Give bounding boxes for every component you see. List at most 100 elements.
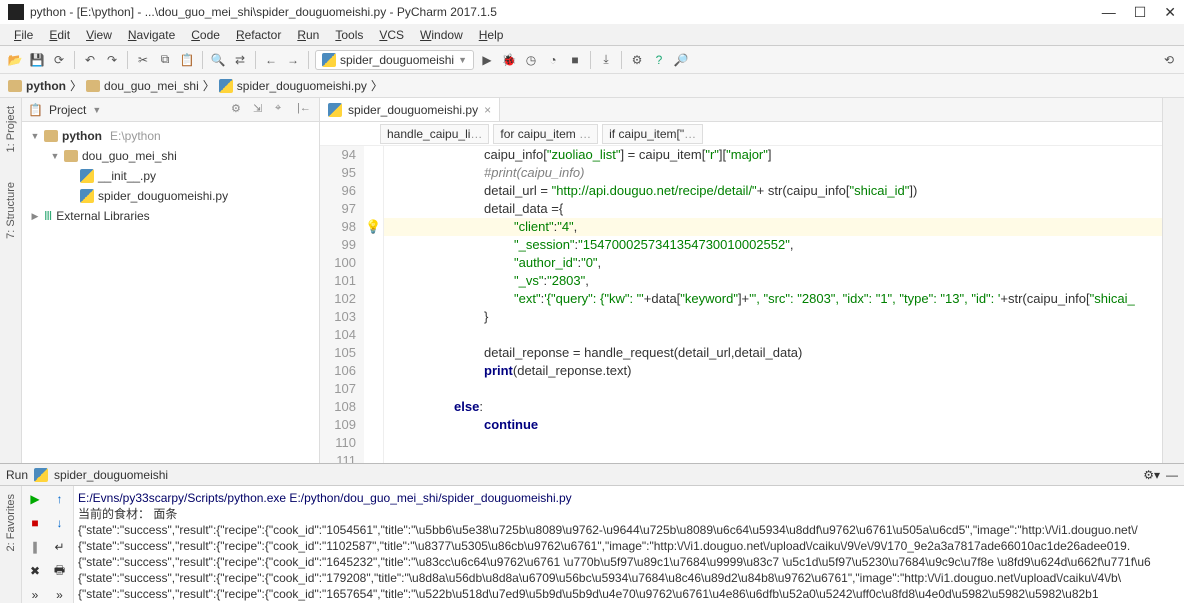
console-line: {"state":"success","result":{"recipe":{"… — [78, 586, 1180, 602]
menu-file[interactable]: File — [8, 26, 39, 44]
tree-root[interactable]: ▼ python E:\python — [22, 126, 319, 146]
menu-view[interactable]: View — [80, 26, 118, 44]
menu-edit[interactable]: Edit — [43, 26, 76, 44]
profile-icon[interactable]: ◔ — [544, 51, 562, 69]
step-down-icon[interactable]: ↓ — [51, 514, 69, 532]
gear-icon[interactable]: ⚙▾ — [1143, 468, 1160, 482]
tree-file-spider[interactable]: spider_douguomeishi.py — [22, 186, 319, 206]
print-icon[interactable]: 🖶 — [51, 562, 69, 580]
run-config-selector[interactable]: spider_douguomeishi ▼ — [315, 50, 474, 70]
chevron-down-icon: ▼ — [458, 55, 467, 65]
tool-structure[interactable]: 7: Structure — [5, 182, 17, 239]
collapse-icon[interactable]: ⇲ — [253, 102, 269, 118]
debug-icon[interactable]: 🐞 — [500, 51, 518, 69]
forward-icon[interactable]: → — [284, 51, 302, 69]
menu-run[interactable]: Run — [291, 26, 325, 44]
help-icon[interactable]: ? — [650, 51, 668, 69]
vcs-icon[interactable]: ⤓ — [597, 51, 615, 69]
left-tool-strip: 1: Project 7: Structure — [0, 98, 22, 463]
cut-icon[interactable]: ✂ — [134, 51, 152, 69]
run-icon[interactable]: ▶ — [478, 51, 496, 69]
tool-project[interactable]: 1: Project — [5, 106, 17, 152]
tab-label: spider_douguomeishi.py — [348, 103, 478, 117]
back-icon[interactable]: ← — [262, 51, 280, 69]
menu-window[interactable]: Window — [414, 26, 469, 44]
chevron-down-icon[interactable]: ▼ — [92, 105, 101, 115]
refresh-icon[interactable]: ⟳ — [50, 51, 68, 69]
bc-if[interactable]: if caipu_item["… — [602, 124, 703, 144]
run-controls: ▶ ↑ ■ ↓ ∥ ↵ ✖ 🖶 » » — [22, 486, 74, 603]
console-cmd: E:/Evns/py33scarpy/Scripts/python.exe E:… — [78, 490, 1180, 506]
menu-refactor[interactable]: Refactor — [230, 26, 287, 44]
tree-file-init[interactable]: __init__.py — [22, 166, 319, 186]
save-icon[interactable]: 💾 — [28, 51, 46, 69]
redo-icon[interactable]: ↷ — [103, 51, 121, 69]
run-config: spider_douguomeishi — [54, 468, 168, 482]
app-icon — [8, 4, 24, 20]
console-output[interactable]: E:/Evns/py33scarpy/Scripts/python.exe E:… — [74, 486, 1184, 603]
wrap-icon[interactable]: ↵ — [51, 538, 69, 556]
search-everywhere-icon[interactable]: 🔎 — [672, 51, 690, 69]
run-config-name: spider_douguomeishi — [340, 53, 454, 67]
console-line: {"state":"success","result":{"recipe":{"… — [78, 538, 1180, 554]
copy-icon[interactable]: ⧉ — [156, 51, 174, 69]
menu-help[interactable]: Help — [473, 26, 510, 44]
python-icon — [322, 53, 336, 67]
main-area: 1: Project 7: Structure 📋 Project ▼ ⚙ ⇲ … — [0, 98, 1184, 463]
python-icon — [219, 79, 233, 93]
editor: spider_douguomeishi.py × handle_caipu_li… — [320, 98, 1162, 463]
close-icon[interactable]: ✕ — [1164, 4, 1176, 21]
code-text[interactable]: caipu_info["zuoliao_list"] = caipu_item[… — [384, 146, 1162, 463]
pause-icon[interactable]: ∥ — [26, 538, 44, 556]
bc-for[interactable]: for caipu_item … — [493, 124, 598, 144]
open-icon[interactable]: 📂 — [6, 51, 24, 69]
crumb-file[interactable]: spider_douguomeishi.py — [219, 79, 367, 93]
step-up-icon[interactable]: ↑ — [51, 490, 69, 508]
menu-navigate[interactable]: Navigate — [122, 26, 181, 44]
paste-icon[interactable]: 📋 — [178, 51, 196, 69]
navigation-bar: python 〉 dou_guo_mei_shi 〉 spider_douguo… — [0, 74, 1184, 98]
ide-search-icon[interactable]: ⟲ — [1160, 51, 1178, 69]
find-icon[interactable]: 🔍 — [209, 51, 227, 69]
project-header: 📋 Project ▼ ⚙ ⇲ ⌖ |← — [22, 98, 319, 122]
more-icon[interactable]: » — [26, 586, 44, 603]
tree-external[interactable]: ▶Ⅲ External Libraries — [22, 206, 319, 226]
folder-icon — [86, 80, 100, 92]
replace-icon[interactable]: ⇄ — [231, 51, 249, 69]
project-tree[interactable]: ▼ python E:\python ▼ dou_guo_mei_shi __i… — [22, 122, 319, 463]
minimize-icon[interactable]: — — [1102, 4, 1116, 21]
undo-icon[interactable]: ↶ — [81, 51, 99, 69]
menu-vcs[interactable]: VCS — [373, 26, 410, 44]
bulb-icon[interactable]: 💡 — [364, 218, 383, 236]
more2-icon[interactable]: » — [51, 586, 69, 603]
stop-run-icon[interactable]: ■ — [26, 514, 44, 532]
project-title: Project — [49, 103, 86, 117]
tool-favorites[interactable]: 2: Favorites — [5, 494, 17, 551]
gear-icon[interactable]: ⚙ — [231, 102, 247, 118]
line-gutter: 9495969798991001011021031041051061071081… — [320, 146, 364, 463]
code-area[interactable]: 9495969798991001011021031041051061071081… — [320, 146, 1162, 463]
hide-icon[interactable]: |← — [297, 102, 313, 118]
crumb-root[interactable]: python — [8, 79, 66, 93]
menu-tools[interactable]: Tools — [329, 26, 369, 44]
maximize-icon[interactable]: ☐ — [1134, 4, 1147, 21]
tab-active[interactable]: spider_douguomeishi.py × — [320, 98, 500, 121]
bc-func[interactable]: handle_caipu_li… — [380, 124, 489, 144]
stop-icon[interactable]: ■ — [566, 51, 584, 69]
menu-code[interactable]: Code — [185, 26, 226, 44]
title-bar: python - [E:\python] - ...\dou_guo_mei_s… — [0, 0, 1184, 24]
settings-icon[interactable]: ⚙ — [628, 51, 646, 69]
console-line: {"state":"success","result":{"recipe":{"… — [78, 554, 1180, 570]
target-icon[interactable]: ⌖ — [275, 102, 291, 118]
run-panel: Run spider_douguomeishi ⚙▾ — 2: Favorite… — [0, 463, 1184, 603]
rerun-icon[interactable]: ▶ — [26, 490, 44, 508]
python-icon — [34, 468, 48, 482]
run-header: Run spider_douguomeishi ⚙▾ — — [0, 464, 1184, 486]
tree-folder[interactable]: ▼ dou_guo_mei_shi — [22, 146, 319, 166]
crumb-folder[interactable]: dou_guo_mei_shi — [86, 79, 199, 93]
close-run-icon[interactable]: ✖ — [26, 562, 44, 580]
coverage-icon[interactable]: ◷ — [522, 51, 540, 69]
hide-icon[interactable]: — — [1166, 468, 1178, 482]
icon-gutter: 💡 — [364, 146, 384, 463]
close-tab-icon[interactable]: × — [484, 103, 491, 117]
